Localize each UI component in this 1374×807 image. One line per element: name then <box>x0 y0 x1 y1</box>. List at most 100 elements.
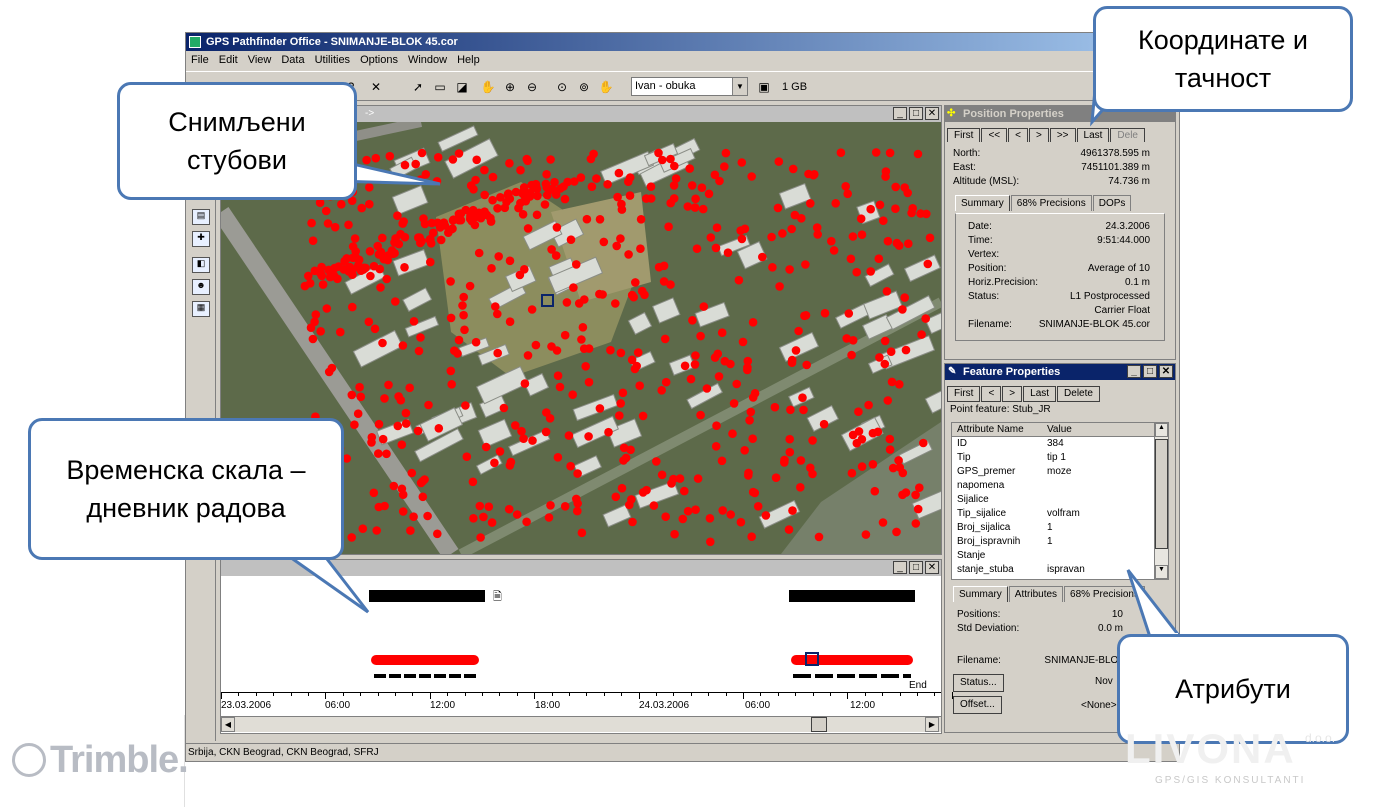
pole-point[interactable] <box>883 236 893 246</box>
pole-point[interactable] <box>737 158 747 167</box>
zoom-extents-icon[interactable]: ⊙ <box>552 77 572 97</box>
pole-point[interactable] <box>348 302 357 312</box>
pole-point[interactable] <box>861 530 871 539</box>
pole-point[interactable] <box>852 267 861 277</box>
pole-point[interactable] <box>365 199 374 209</box>
pole-point[interactable] <box>515 270 525 280</box>
pole-point[interactable] <box>913 504 923 514</box>
nav-delete-button[interactable]: Dele <box>1110 128 1145 142</box>
pole-point[interactable] <box>406 526 415 535</box>
pole-point[interactable] <box>704 189 714 199</box>
pole-point[interactable] <box>355 382 364 392</box>
pole-point[interactable] <box>911 519 921 528</box>
pole-point[interactable] <box>310 317 319 327</box>
pole-point[interactable] <box>573 506 582 516</box>
pole-point[interactable] <box>471 175 480 185</box>
pole-point[interactable] <box>786 405 795 415</box>
pole-point[interactable] <box>480 165 489 175</box>
pole-point[interactable] <box>595 404 605 413</box>
scroll-up-icon[interactable]: ▲ <box>1155 423 1168 437</box>
pole-point[interactable] <box>885 148 895 158</box>
pole-point[interactable] <box>480 190 490 200</box>
pole-point[interactable] <box>517 426 526 436</box>
pole-point[interactable] <box>669 181 679 190</box>
pole-point[interactable] <box>866 204 875 214</box>
pole-point[interactable] <box>546 155 555 164</box>
pole-point[interactable] <box>843 189 852 199</box>
pole-point[interactable] <box>468 477 478 487</box>
menu-data[interactable]: Data <box>276 52 309 68</box>
pole-point[interactable] <box>345 262 355 272</box>
pole-point[interactable] <box>516 165 525 175</box>
pole-point[interactable] <box>369 261 379 271</box>
attribute-row[interactable]: Tip_sijalice volfram <box>952 507 1168 521</box>
pole-point[interactable] <box>875 353 884 362</box>
pole-point[interactable] <box>563 177 572 187</box>
pole-point[interactable] <box>900 293 909 302</box>
pole-point[interactable] <box>484 502 494 512</box>
pole-point[interactable] <box>446 366 456 376</box>
pole-point[interactable] <box>791 346 801 355</box>
pole-point[interactable] <box>553 453 563 462</box>
pole-point[interactable] <box>562 298 572 307</box>
pole-point[interactable] <box>347 390 357 400</box>
pole-point[interactable] <box>577 528 587 538</box>
pole-point[interactable] <box>369 488 379 498</box>
pole-point[interactable] <box>532 210 542 220</box>
pole-point[interactable] <box>542 408 551 417</box>
pole-point[interactable] <box>829 246 839 255</box>
nav-first-button[interactable]: First <box>947 128 981 142</box>
pole-point[interactable] <box>712 421 721 431</box>
pole-point[interactable] <box>636 215 646 224</box>
pole-point[interactable] <box>471 212 481 221</box>
pole-point[interactable] <box>617 205 627 214</box>
pole-point[interactable] <box>646 182 656 191</box>
pole-point[interactable] <box>706 537 715 547</box>
pole-point[interactable] <box>669 194 679 203</box>
pole-point[interactable] <box>495 447 505 456</box>
pole-point[interactable] <box>901 488 911 497</box>
feature-last-button[interactable]: Last <box>1023 386 1057 402</box>
pole-point[interactable] <box>504 504 514 514</box>
pole-point[interactable] <box>660 334 670 344</box>
pole-point[interactable] <box>416 333 425 342</box>
pole-point[interactable] <box>787 358 797 367</box>
pole-point[interactable] <box>364 317 374 327</box>
pole-point[interactable] <box>587 182 597 191</box>
tab-dops[interactable]: DOPs <box>1092 195 1132 211</box>
pole-point[interactable] <box>416 478 426 488</box>
close-icon[interactable]: ✕ <box>925 561 939 574</box>
timeline-positions-1[interactable] <box>371 655 479 665</box>
pole-point[interactable] <box>560 330 570 340</box>
pole-point[interactable] <box>493 204 502 213</box>
pole-point[interactable] <box>625 500 634 510</box>
pole-point[interactable] <box>868 460 878 469</box>
pole-point[interactable] <box>885 434 895 444</box>
pole-point[interactable] <box>317 262 326 272</box>
pole-point[interactable] <box>523 224 533 233</box>
pole-point[interactable] <box>488 195 497 205</box>
pole-point[interactable] <box>706 233 716 242</box>
pole-point[interactable] <box>712 223 722 232</box>
pole-point[interactable] <box>784 525 794 534</box>
pole-point[interactable] <box>387 246 397 255</box>
offset-button[interactable]: Offset... <box>953 696 1002 714</box>
pole-point[interactable] <box>606 345 615 355</box>
pole-point[interactable] <box>398 219 407 228</box>
attribute-scrollbar[interactable]: ▲ ▼ <box>1154 423 1168 579</box>
pole-point[interactable] <box>687 181 697 190</box>
pole-point[interactable] <box>925 233 935 243</box>
pole-point[interactable] <box>551 251 561 260</box>
pole-point[interactable] <box>305 279 315 288</box>
pole-point[interactable] <box>771 473 781 483</box>
pole-point[interactable] <box>753 502 763 511</box>
pole-point[interactable] <box>616 399 625 408</box>
pole-point[interactable] <box>348 253 358 263</box>
pole-point[interactable] <box>378 233 387 243</box>
pole-point[interactable] <box>699 302 709 311</box>
pole-point[interactable] <box>447 380 456 389</box>
pole-point[interactable] <box>913 149 923 159</box>
pole-point[interactable] <box>541 427 551 437</box>
pole-point[interactable] <box>720 356 730 366</box>
pole-point[interactable] <box>393 421 403 431</box>
